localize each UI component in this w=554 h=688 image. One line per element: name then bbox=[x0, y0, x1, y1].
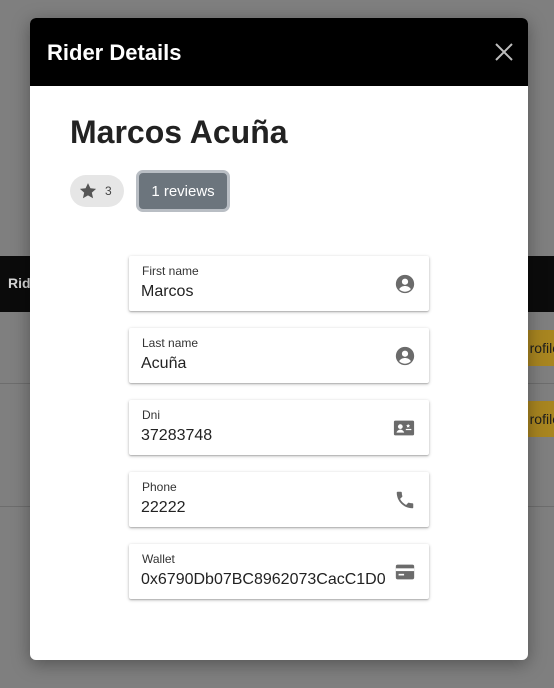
field-value[interactable]: Marcos bbox=[141, 283, 391, 301]
close-icon[interactable] bbox=[492, 40, 516, 64]
modal-header: Rider Details bbox=[30, 18, 528, 86]
field-value[interactable]: Acuña bbox=[141, 355, 391, 373]
modal-title: Rider Details bbox=[47, 40, 182, 65]
account-circle-icon bbox=[395, 274, 415, 294]
background-profile-label: rofile bbox=[529, 411, 554, 427]
first-name-field[interactable]: First name Marcos bbox=[129, 256, 429, 311]
phone-icon bbox=[396, 491, 414, 509]
phone-field[interactable]: Phone 22222 bbox=[129, 472, 429, 527]
field-label: Last name bbox=[142, 336, 199, 350]
wallet-icon bbox=[395, 564, 415, 580]
field-value[interactable]: 22222 bbox=[141, 499, 391, 517]
wallet-field[interactable]: Wallet 0x6790Db07BC8962073CacC1D0 bbox=[129, 544, 429, 599]
rating-badge: 3 bbox=[70, 175, 124, 207]
background-header-text: Rid bbox=[8, 275, 31, 291]
id-card-icon bbox=[393, 420, 415, 436]
dni-field[interactable]: Dni 37283748 bbox=[129, 400, 429, 455]
rider-name: Marcos Acuña bbox=[70, 114, 288, 150]
background-profile-label: rofile bbox=[529, 340, 554, 356]
background-profile-button: rofile bbox=[524, 330, 554, 366]
field-value[interactable]: 0x6790Db07BC8962073CacC1D0 bbox=[141, 571, 391, 589]
background-profile-button: rofile bbox=[524, 401, 554, 437]
field-label: Phone bbox=[142, 480, 177, 494]
rating-value: 3 bbox=[105, 184, 112, 198]
last-name-field[interactable]: Last name Acuña bbox=[129, 328, 429, 383]
rider-details-modal: Rider Details Marcos Acuña 3 1 reviews F… bbox=[30, 18, 528, 660]
star-icon bbox=[79, 183, 97, 199]
field-value[interactable]: 37283748 bbox=[141, 427, 391, 445]
account-circle-icon bbox=[395, 346, 415, 366]
field-label: Dni bbox=[142, 408, 161, 422]
reviews-button[interactable]: 1 reviews bbox=[136, 170, 230, 212]
field-label: First name bbox=[142, 264, 199, 278]
field-label: Wallet bbox=[142, 552, 175, 566]
